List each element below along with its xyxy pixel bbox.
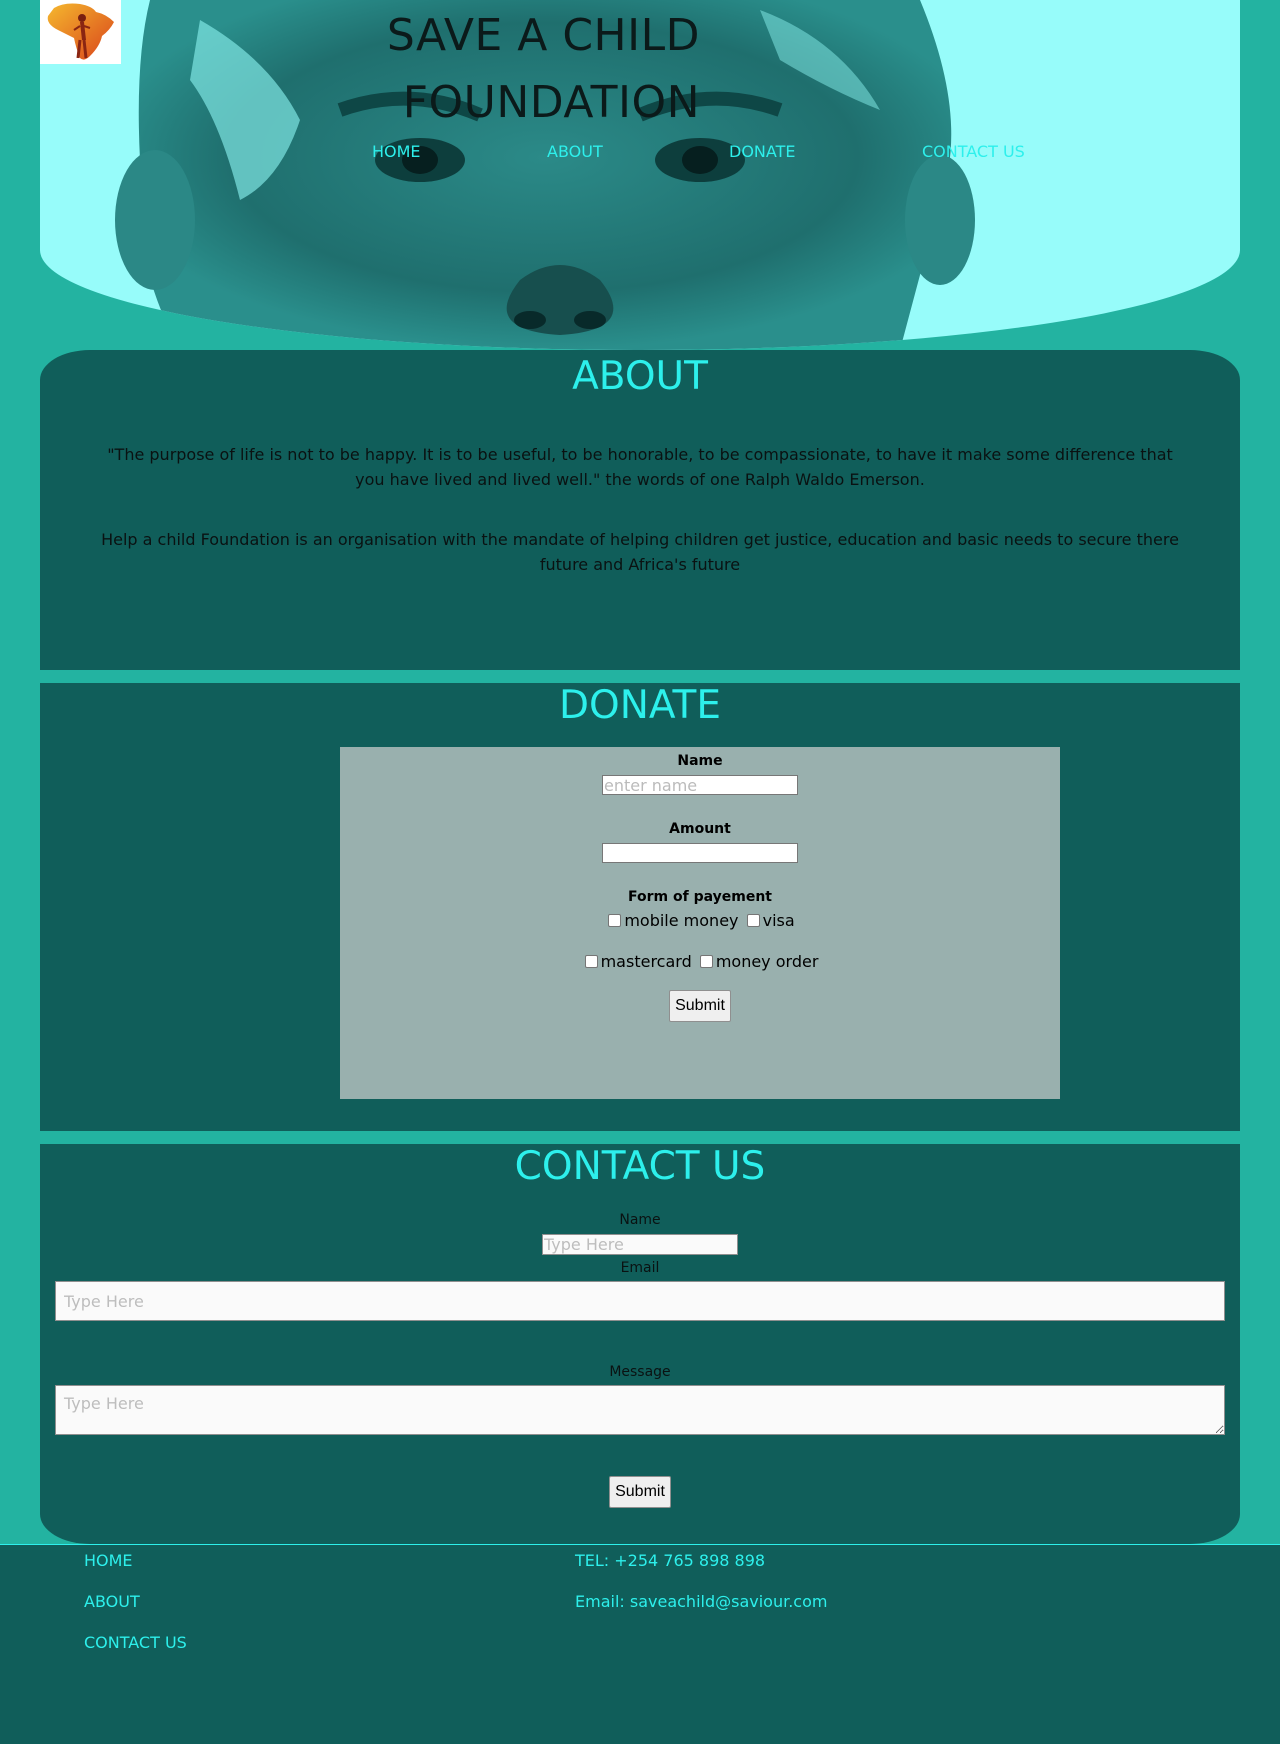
donate-section: DONATE Name Amount Form of payement mobi…: [40, 683, 1240, 1131]
africa-logo[interactable]: [40, 0, 121, 64]
mastercard-checkbox[interactable]: [584, 955, 598, 968]
donate-amount-label: Amount: [669, 821, 731, 837]
donate-amount-input[interactable]: [602, 843, 798, 863]
site-title-line2: FOUNDATION: [402, 77, 700, 128]
footer-tel: TEL: +254 765 898 898: [575, 1551, 766, 1570]
contact-message-textarea[interactable]: [55, 1385, 1225, 1435]
mastercard-label: mastercard: [600, 952, 692, 971]
payment-row-2: mastercard money order: [340, 952, 1060, 974]
site-title: SAVE A CHILD FOUNDATION: [360, 2, 700, 136]
about-mission: Help a child Foundation is an organisati…: [101, 530, 1179, 574]
donate-title: DONATE: [558, 683, 722, 728]
contact-name-input[interactable]: [542, 1234, 738, 1255]
money-order-checkbox[interactable]: [699, 955, 713, 968]
footer-email: Email: saveachild@saviour.com: [575, 1592, 828, 1611]
money-order-label: money order: [715, 952, 819, 971]
nav-contact[interactable]: CONTACT US: [922, 142, 1025, 161]
about-quote: "The purpose of life is not to be happy.…: [107, 445, 1173, 489]
nav-home[interactable]: HOME: [372, 142, 421, 161]
contact-email-input[interactable]: [55, 1281, 1225, 1321]
footer-link-home[interactable]: HOME: [84, 1551, 133, 1570]
footer: HOME ABOUT CONTACT US TEL: +254 765 898 …: [0, 1544, 1280, 1744]
about-section: ABOUT "The purpose of life is not to be …: [40, 350, 1240, 670]
top-nav: HOME ABOUT DONATE CONTACT US: [0, 142, 1280, 166]
payment-label: Form of payement: [628, 889, 772, 905]
donate-submit-button[interactable]: Submit: [669, 990, 731, 1022]
contact-section: CONTACT US Name Email Message Submit: [40, 1144, 1240, 1544]
visa-checkbox[interactable]: [746, 914, 760, 927]
donate-name-label: Name: [677, 753, 723, 769]
contact-message-label: Message: [609, 1364, 671, 1380]
africa-map-icon: [47, 3, 114, 60]
footer-link-about[interactable]: ABOUT: [84, 1592, 140, 1611]
mobile-money-label: mobile money: [624, 911, 739, 930]
contact-submit-button[interactable]: Submit: [609, 1476, 671, 1508]
nav-about[interactable]: ABOUT: [547, 142, 603, 161]
about-title: ABOUT: [572, 354, 708, 399]
contact-title: CONTACT US: [514, 1144, 766, 1189]
payment-row-1: mobile money visa: [340, 911, 1060, 933]
contact-name-label: Name: [619, 1212, 661, 1228]
footer-link-contact[interactable]: CONTACT US: [84, 1633, 187, 1652]
site-title-line1: SAVE A CHILD: [386, 10, 700, 61]
donate-form: Name Amount Form of payement mobile mone…: [340, 747, 1060, 1099]
page: SAVE A CHILD FOUNDATION HOME ABOUT DONAT…: [0, 0, 1280, 1744]
visa-label: visa: [762, 911, 795, 930]
mobile-money-checkbox[interactable]: [608, 914, 622, 927]
nav-donate[interactable]: DONATE: [729, 142, 795, 161]
donate-name-input[interactable]: [602, 775, 798, 795]
contact-email-label: Email: [620, 1260, 660, 1276]
